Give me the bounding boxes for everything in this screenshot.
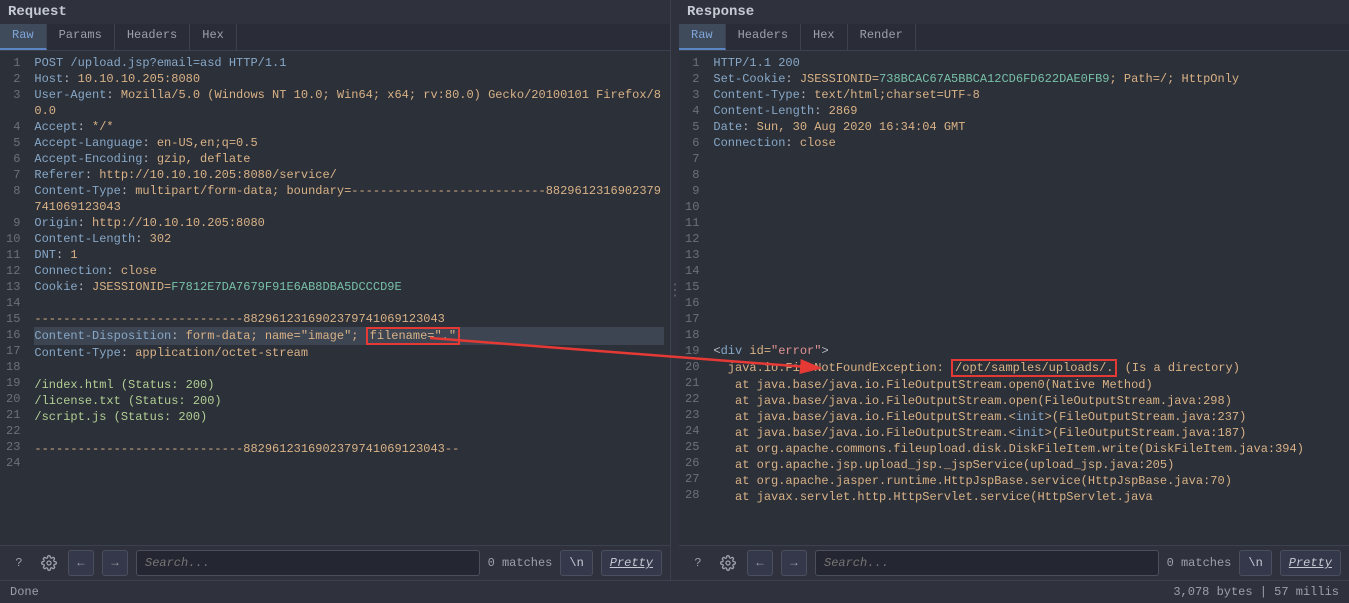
prev-match-button[interactable]: ← bbox=[747, 550, 773, 576]
code-line[interactable] bbox=[713, 215, 1343, 231]
code-line[interactable] bbox=[713, 183, 1343, 199]
code-line[interactable]: Connection: close bbox=[713, 135, 1343, 151]
tab-render[interactable]: Render bbox=[848, 24, 916, 50]
response-code[interactable]: HTTP/1.1 200 Set-Cookie: JSESSIONID=738B… bbox=[707, 51, 1349, 545]
request-searchbar: ? ← → 0 matches \n Pretty bbox=[0, 545, 670, 580]
code-line[interactable]: -----------------------------88296123169… bbox=[34, 441, 664, 457]
help-icon[interactable]: ? bbox=[8, 552, 30, 574]
response-panel: Response RawHeadersHexRender 12345678910… bbox=[679, 0, 1349, 580]
response-editor[interactable]: 1234567891011121314151617181920212223242… bbox=[679, 51, 1349, 545]
code-line[interactable] bbox=[34, 295, 664, 311]
code-line[interactable]: Accept: */* bbox=[34, 119, 664, 135]
request-match-count: 0 matches bbox=[488, 556, 553, 570]
tab-hex[interactable]: Hex bbox=[801, 24, 848, 50]
code-line[interactable]: -----------------------------88296123169… bbox=[34, 311, 664, 327]
request-tabs: RawParamsHeadersHex bbox=[0, 24, 670, 51]
tab-raw[interactable]: Raw bbox=[0, 24, 47, 50]
response-search-input[interactable] bbox=[815, 550, 1159, 576]
split-divider[interactable] bbox=[671, 0, 679, 580]
request-editor[interactable]: 123 45678 910111213141516171819202122232… bbox=[0, 51, 670, 545]
code-line[interactable]: Content-Type: multipart/form-data; bound… bbox=[34, 183, 664, 215]
tab-headers[interactable]: Headers bbox=[115, 24, 190, 50]
code-line[interactable]: /script.js (Status: 200) bbox=[34, 409, 664, 425]
tab-hex[interactable]: Hex bbox=[190, 24, 237, 50]
code-line[interactable]: at java.base/java.io.FileOutputStream.<i… bbox=[713, 425, 1343, 441]
pretty-button[interactable]: Pretty bbox=[601, 550, 662, 576]
code-line[interactable] bbox=[34, 425, 664, 441]
request-panel: Request RawParamsHeadersHex 123 45678 91… bbox=[0, 0, 671, 580]
code-line[interactable] bbox=[34, 361, 664, 377]
code-line[interactable]: java.io.FileNotFoundException: /opt/samp… bbox=[713, 359, 1343, 377]
code-line[interactable]: Content-Length: 302 bbox=[34, 231, 664, 247]
next-match-button[interactable]: → bbox=[781, 550, 807, 576]
tab-params[interactable]: Params bbox=[47, 24, 115, 50]
code-line[interactable] bbox=[713, 263, 1343, 279]
gear-icon[interactable] bbox=[38, 552, 60, 574]
code-line[interactable]: User-Agent: Mozilla/5.0 (Windows NT 10.0… bbox=[34, 87, 664, 119]
response-searchbar: ? ← → 0 matches \n Pretty bbox=[679, 545, 1349, 580]
status-right: 3,078 bytes | 57 millis bbox=[1173, 585, 1339, 599]
code-line[interactable] bbox=[713, 279, 1343, 295]
code-line[interactable] bbox=[713, 231, 1343, 247]
prev-match-button[interactable]: ← bbox=[68, 550, 94, 576]
code-line[interactable]: Referer: http://10.10.10.205:8080/servic… bbox=[34, 167, 664, 183]
response-title: Response bbox=[679, 0, 1349, 24]
code-line[interactable]: HTTP/1.1 200 bbox=[713, 55, 1343, 71]
code-line[interactable] bbox=[713, 167, 1343, 183]
code-line[interactable] bbox=[713, 247, 1343, 263]
code-line[interactable]: at java.base/java.io.FileOutputStream.op… bbox=[713, 393, 1343, 409]
code-line[interactable]: at javax.servlet.http.HttpServlet.servic… bbox=[713, 489, 1343, 505]
code-line[interactable]: at org.apache.commons.fileupload.disk.Di… bbox=[713, 441, 1343, 457]
code-line[interactable] bbox=[713, 311, 1343, 327]
next-match-button[interactable]: → bbox=[102, 550, 128, 576]
pretty-button[interactable]: Pretty bbox=[1280, 550, 1341, 576]
code-line[interactable]: Date: Sun, 30 Aug 2020 16:34:04 GMT bbox=[713, 119, 1343, 135]
code-line[interactable]: at org.apache.jasper.runtime.HttpJspBase… bbox=[713, 473, 1343, 489]
code-line[interactable] bbox=[713, 295, 1343, 311]
code-line[interactable]: Content-Type: application/octet-stream bbox=[34, 345, 664, 361]
code-line[interactable]: DNT: 1 bbox=[34, 247, 664, 263]
code-line[interactable]: Accept-Encoding: gzip, deflate bbox=[34, 151, 664, 167]
code-line[interactable] bbox=[713, 199, 1343, 215]
newline-toggle[interactable]: \n bbox=[560, 550, 592, 576]
code-line[interactable]: <div id="error"> bbox=[713, 343, 1343, 359]
gear-icon[interactable] bbox=[717, 552, 739, 574]
code-line[interactable]: /index.html (Status: 200) bbox=[34, 377, 664, 393]
tab-headers[interactable]: Headers bbox=[726, 24, 801, 50]
request-search-input[interactable] bbox=[136, 550, 480, 576]
help-icon[interactable]: ? bbox=[687, 552, 709, 574]
code-line[interactable]: Host: 10.10.10.205:8080 bbox=[34, 71, 664, 87]
code-line[interactable]: at org.apache.jsp.upload_jsp._jspService… bbox=[713, 457, 1343, 473]
code-line[interactable] bbox=[713, 327, 1343, 343]
code-line[interactable] bbox=[713, 151, 1343, 167]
code-line[interactable]: /license.txt (Status: 200) bbox=[34, 393, 664, 409]
response-tabs: RawHeadersHexRender bbox=[679, 24, 1349, 51]
code-line[interactable]: Accept-Language: en-US,en;q=0.5 bbox=[34, 135, 664, 151]
code-line[interactable]: Origin: http://10.10.10.205:8080 bbox=[34, 215, 664, 231]
request-title: Request bbox=[0, 0, 670, 24]
code-line[interactable]: Set-Cookie: JSESSIONID=738BCAC67A5BBCA12… bbox=[713, 71, 1343, 87]
code-line[interactable]: Cookie: JSESSIONID=F7812E7DA7679F91E6AB8… bbox=[34, 279, 664, 295]
code-line[interactable]: Content-Type: text/html;charset=UTF-8 bbox=[713, 87, 1343, 103]
code-line[interactable]: Content-Length: 2869 bbox=[713, 103, 1343, 119]
code-line[interactable]: Content-Disposition: form-data; name="im… bbox=[34, 327, 664, 345]
response-match-count: 0 matches bbox=[1167, 556, 1232, 570]
request-gutter: 123 45678 910111213141516171819202122232… bbox=[0, 51, 28, 545]
newline-toggle[interactable]: \n bbox=[1239, 550, 1271, 576]
status-bar: Done 3,078 bytes | 57 millis bbox=[0, 580, 1349, 603]
request-code[interactable]: POST /upload.jsp?email=asd HTTP/1.1Host:… bbox=[28, 51, 670, 545]
status-left: Done bbox=[10, 585, 39, 599]
code-line[interactable] bbox=[34, 457, 664, 473]
code-line[interactable]: Connection: close bbox=[34, 263, 664, 279]
code-line[interactable]: POST /upload.jsp?email=asd HTTP/1.1 bbox=[34, 55, 664, 71]
code-line[interactable]: at java.base/java.io.FileOutputStream.op… bbox=[713, 377, 1343, 393]
tab-raw[interactable]: Raw bbox=[679, 24, 726, 50]
code-line[interactable]: at java.base/java.io.FileOutputStream.<i… bbox=[713, 409, 1343, 425]
response-gutter: 1234567891011121314151617181920212223242… bbox=[679, 51, 707, 545]
